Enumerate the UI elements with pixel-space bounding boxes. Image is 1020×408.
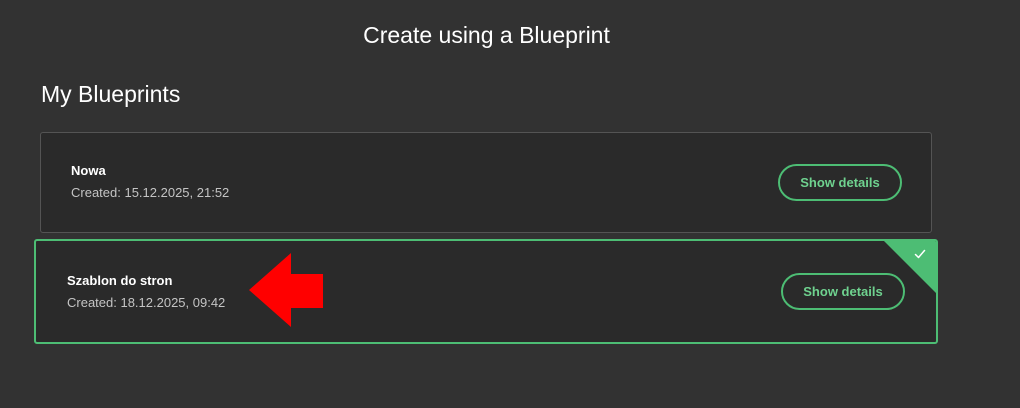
blueprint-card-szablon-do-stron[interactable]: Szablon do stron Created: 18.12.2025, 09…	[34, 239, 938, 344]
blueprint-page: Create using a Blueprint My Blueprints N…	[0, 0, 1020, 408]
blueprint-created-date: Created: 15.12.2025, 21:52	[71, 185, 230, 200]
check-icon	[914, 249, 926, 259]
section-title-my-blueprints: My Blueprints	[41, 81, 181, 107]
show-details-button[interactable]: Show details	[778, 164, 902, 201]
selected-corner-badge	[884, 241, 936, 293]
blueprint-name: Nowa	[71, 163, 106, 178]
blueprint-name: Szablon do stron	[67, 273, 173, 288]
blueprint-created-date: Created: 18.12.2025, 09:42	[67, 295, 226, 310]
blueprint-card-nowa[interactable]: Nowa Created: 15.12.2025, 21:52 Show det…	[40, 132, 932, 233]
page-title: Create using a Blueprint	[363, 22, 610, 48]
arrow-left-icon	[249, 253, 323, 327]
